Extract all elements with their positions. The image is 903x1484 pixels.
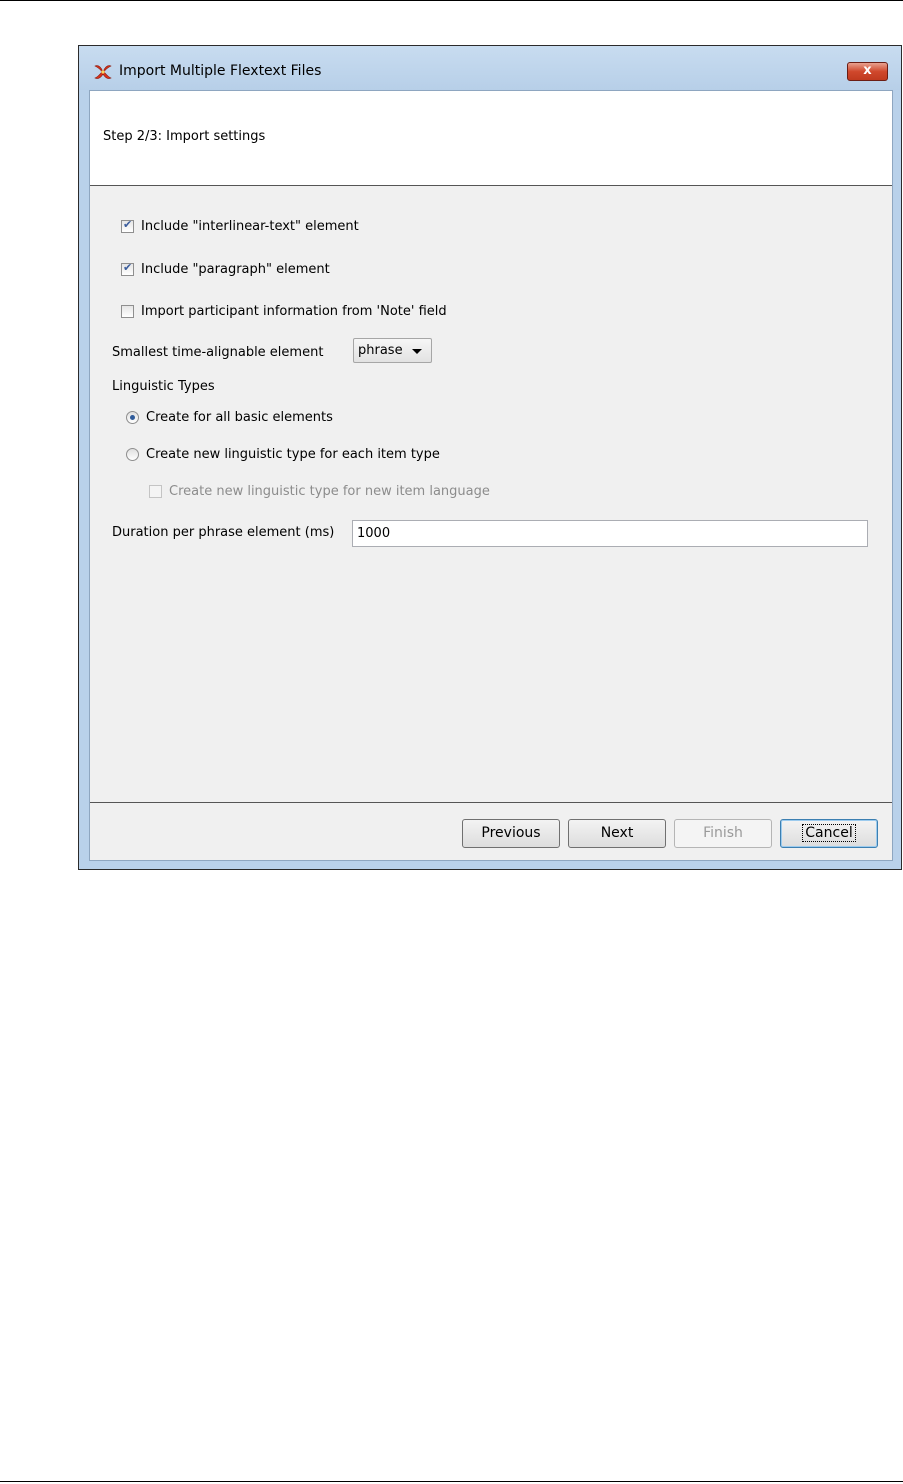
step-header: Step 2/3: Import settings — [90, 91, 892, 186]
include-interlinear-option[interactable]: Include "interlinear-text" element — [121, 218, 359, 234]
create-basic-radio[interactable] — [126, 411, 139, 424]
smallest-element-label: Smallest time-alignable element — [112, 345, 324, 360]
include-interlinear-label: Include "interlinear-text" element — [141, 219, 359, 234]
import-participant-option[interactable]: Import participant information from 'Not… — [121, 304, 447, 319]
footer-divider — [90, 802, 892, 803]
cancel-button[interactable]: Cancel — [780, 819, 878, 848]
elan-app-icon — [94, 65, 112, 79]
create-new-language-option[interactable]: Create new linguistic type for new item … — [149, 484, 490, 499]
create-each-item-option[interactable]: Create new linguistic type for each item… — [126, 447, 440, 462]
smallest-element-combobox[interactable]: phrase — [353, 338, 432, 363]
include-paragraph-checkbox[interactable] — [121, 261, 134, 276]
dialog-content: Step 2/3: Import settings Include "inter… — [89, 90, 893, 861]
previous-button[interactable]: Previous — [462, 819, 560, 848]
step-title: Step 2/3: Import settings — [103, 129, 266, 144]
include-interlinear-checkbox[interactable] — [121, 218, 134, 233]
duration-label: Duration per phrase element (ms) — [112, 525, 335, 540]
create-basic-label: Create for all basic elements — [146, 410, 333, 425]
close-button[interactable]: x — [847, 62, 888, 81]
import-participant-checkbox[interactable] — [121, 305, 134, 318]
next-button[interactable]: Next — [568, 819, 666, 848]
create-new-language-label: Create new linguistic type for new item … — [169, 484, 490, 499]
chevron-down-icon — [412, 349, 422, 354]
close-icon: x — [863, 63, 872, 78]
import-participant-label: Import participant information from 'Not… — [141, 304, 447, 319]
include-paragraph-label: Include "paragraph" element — [141, 262, 330, 277]
smallest-element-value: phrase — [358, 343, 403, 358]
linguistic-types-label: Linguistic Types — [112, 379, 215, 394]
title-bar[interactable]: Import Multiple Flextext Files x — [79, 46, 901, 90]
window-title: Import Multiple Flextext Files — [119, 63, 322, 79]
import-dialog: Import Multiple Flextext Files x Step 2/… — [78, 45, 902, 870]
page-top-rule — [0, 0, 903, 1]
create-each-item-radio[interactable] — [126, 448, 139, 461]
create-new-language-checkbox[interactable] — [149, 485, 162, 498]
finish-button[interactable]: Finish — [674, 819, 772, 848]
create-each-item-label: Create new linguistic type for each item… — [146, 447, 440, 462]
page-bottom-rule — [0, 1481, 903, 1482]
create-basic-option[interactable]: Create for all basic elements — [126, 410, 333, 425]
include-paragraph-option[interactable]: Include "paragraph" element — [121, 261, 330, 277]
duration-field[interactable]: 1000 — [352, 520, 868, 547]
